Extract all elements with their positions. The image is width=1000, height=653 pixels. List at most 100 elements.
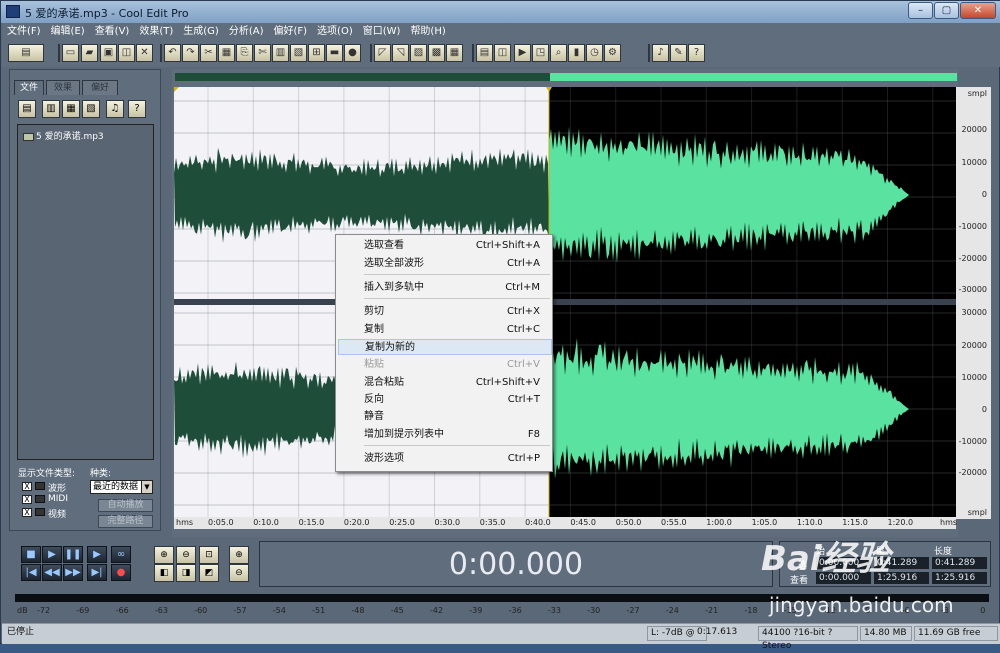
cue-icon[interactable]: ◫ <box>494 44 511 62</box>
context-menu-item[interactable]: 反向 Ctrl+T <box>338 392 552 408</box>
undo-icon[interactable]: ↶ <box>164 44 181 62</box>
metronome-icon[interactable]: ◷ <box>586 44 603 62</box>
zoom-left-icon[interactable]: ◧ <box>154 564 174 582</box>
zoom-out-horizontal-icon[interactable]: ⊖ <box>176 546 196 564</box>
view-icon[interactable]: ▤ <box>476 44 493 62</box>
waveform-display[interactable] <box>174 87 1000 521</box>
menu-item-shortcut: Ctrl+V <box>506 359 540 370</box>
info-icon[interactable]: ◳ <box>532 44 549 62</box>
tab-favorites[interactable]: 偏好 <box>82 80 118 95</box>
maximize-button[interactable]: ▢ <box>934 2 959 19</box>
go-end-button[interactable]: ▶| <box>87 564 107 581</box>
context-menu-item[interactable]: 选取全部波形 Ctrl+A <box>338 256 552 272</box>
menu-item-3[interactable]: 效果(T) <box>134 23 178 41</box>
redo-icon[interactable]: ↷ <box>182 44 199 62</box>
chevron-down-icon[interactable]: ▼ <box>141 481 152 493</box>
sort-select[interactable]: 最近的数据 ▼ <box>90 480 153 494</box>
trim-icon[interactable]: ⊞ <box>308 44 325 62</box>
graph-icon[interactable]: ▦ <box>446 44 463 62</box>
tab-effects[interactable]: 效果 <box>46 80 80 95</box>
close-icon[interactable]: ✕ <box>136 44 153 62</box>
rewind-button[interactable]: ◀◀ <box>42 564 62 581</box>
overview-bar[interactable] <box>175 73 957 81</box>
zoom-selection-icon[interactable]: ◩ <box>199 564 219 582</box>
waveform-checkbox[interactable]: X <box>22 482 32 491</box>
full-path-button[interactable]: 完整路径 <box>98 515 153 528</box>
record-icon[interactable]: ● <box>344 44 361 62</box>
context-menu-item[interactable]: 静音 <box>338 409 552 425</box>
go-start-button[interactable]: |◀ <box>21 564 41 581</box>
close-file-icon[interactable]: ▥ <box>42 100 60 118</box>
cd-icon[interactable]: ♪ <box>652 44 669 62</box>
window-title: 5 爱的承诺.mp3 - Cool Edit Pro <box>25 7 189 20</box>
tab-files[interactable]: 文件 <box>14 80 44 95</box>
context-menu-item[interactable]: 增加到提示列表中 F8 <box>338 427 552 443</box>
menu-item-6[interactable]: 偏好(F) <box>268 23 312 41</box>
menu-item-7[interactable]: 选项(O) <box>312 23 358 41</box>
record-button[interactable]: ● <box>111 564 131 581</box>
bars-icon[interactable]: ▩ <box>428 44 445 62</box>
menu-item-5[interactable]: 分析(A) <box>224 23 269 41</box>
menu-item-8[interactable]: 窗口(W) <box>358 23 406 41</box>
help-icon[interactable]: ? <box>128 100 146 118</box>
find-icon[interactable]: ⌕ <box>550 44 567 62</box>
pause-button[interactable]: ❚❚ <box>63 546 83 563</box>
zoom-in-horizontal-icon[interactable]: ⊕ <box>154 546 174 564</box>
save-icon[interactable]: ▣ <box>100 44 117 62</box>
zoom-in-vertical-icon[interactable]: ⊕ <box>229 546 249 564</box>
context-menu-item[interactable]: 混合粘贴 Ctrl+Shift+V <box>338 375 552 391</box>
zoom-full-icon[interactable]: ⊡ <box>199 546 219 564</box>
stop-button[interactable]: ■ <box>21 546 41 563</box>
settings-icon[interactable]: ⚙ <box>604 44 621 62</box>
menu-item-9[interactable]: 帮助(H) <box>405 23 450 41</box>
video-checkbox[interactable]: X <box>22 508 32 517</box>
open-icon[interactable]: ▰ <box>81 44 98 62</box>
menu-item-label: 复制 <box>364 324 384 335</box>
waveform-view-icon[interactable]: ▤ <box>8 44 44 62</box>
spectral-icon[interactable]: ▨ <box>410 44 427 62</box>
normalize-icon[interactable]: ◹ <box>392 44 409 62</box>
play-list-icon[interactable]: ▶ <box>514 44 531 62</box>
close-button[interactable]: ✕ <box>960 2 996 19</box>
menu-item-1[interactable]: 编辑(E) <box>46 23 90 41</box>
paste-icon[interactable]: ▥ <box>272 44 289 62</box>
context-menu-item[interactable]: 选取查看 Ctrl+Shift+A <box>338 238 552 254</box>
context-menu-item[interactable]: 复制为新的 <box>338 339 552 355</box>
loop-button[interactable]: ∞ <box>111 546 131 563</box>
play-to-end-button[interactable]: ▶ <box>87 546 107 563</box>
play-button[interactable]: ▶ <box>42 546 62 563</box>
save-as-icon[interactable]: ◫ <box>118 44 135 62</box>
list-item[interactable]: 5 爱的承诺.mp3 <box>23 129 104 142</box>
cut-icon[interactable]: ✄ <box>254 44 271 62</box>
context-menu-item[interactable]: 剪切 Ctrl+X <box>338 304 552 320</box>
amplitude-tick-label: 0 <box>981 190 987 199</box>
zoom-right-icon[interactable]: ◨ <box>176 564 196 582</box>
auto-play-button[interactable]: 自动播放 <box>98 499 153 512</box>
silence-icon[interactable]: ▬ <box>326 44 343 62</box>
menu-item-4[interactable]: 生成(G) <box>178 23 224 41</box>
context-menu-item[interactable]: 复制 Ctrl+C <box>338 322 552 338</box>
amplitude-tick-label: 10000 <box>961 158 987 167</box>
zoom-out-vertical-icon[interactable]: ⊖ <box>229 564 249 582</box>
mix-paste-icon[interactable]: ▧ <box>290 44 307 62</box>
minimize-button[interactable]: – <box>908 2 933 19</box>
repeat-icon[interactable]: ✂ <box>200 44 217 62</box>
new-file-icon[interactable]: ▭ <box>62 44 79 62</box>
context-menu-item[interactable]: 波形选项 Ctrl+P <box>338 451 552 467</box>
open-file-icon[interactable]: ▤ <box>18 100 36 118</box>
help-icon[interactable]: ? <box>688 44 705 62</box>
copy-icon[interactable]: ⎘ <box>236 44 253 62</box>
edit-icon[interactable]: ✎ <box>670 44 687 62</box>
context-menu-item[interactable]: 粘贴 Ctrl+V <box>338 357 552 373</box>
menu-item-2[interactable]: 查看(V) <box>90 23 135 41</box>
select-all-icon[interactable]: ▦ <box>218 44 235 62</box>
close-all-icon[interactable]: ▦ <box>62 100 80 118</box>
markers-icon[interactable]: ▮ <box>568 44 585 62</box>
insert-icon[interactable]: ▧ <box>82 100 100 118</box>
fast-forward-button[interactable]: ▶▶ <box>63 564 83 581</box>
context-menu-item[interactable]: 插入到多轨中 Ctrl+M <box>338 280 552 296</box>
midi-checkbox[interactable]: X <box>22 495 32 504</box>
play-file-icon[interactable]: ♫ <box>106 100 124 118</box>
menu-item-0[interactable]: 文件(F) <box>2 23 46 41</box>
fade-icon[interactable]: ◸ <box>374 44 391 62</box>
